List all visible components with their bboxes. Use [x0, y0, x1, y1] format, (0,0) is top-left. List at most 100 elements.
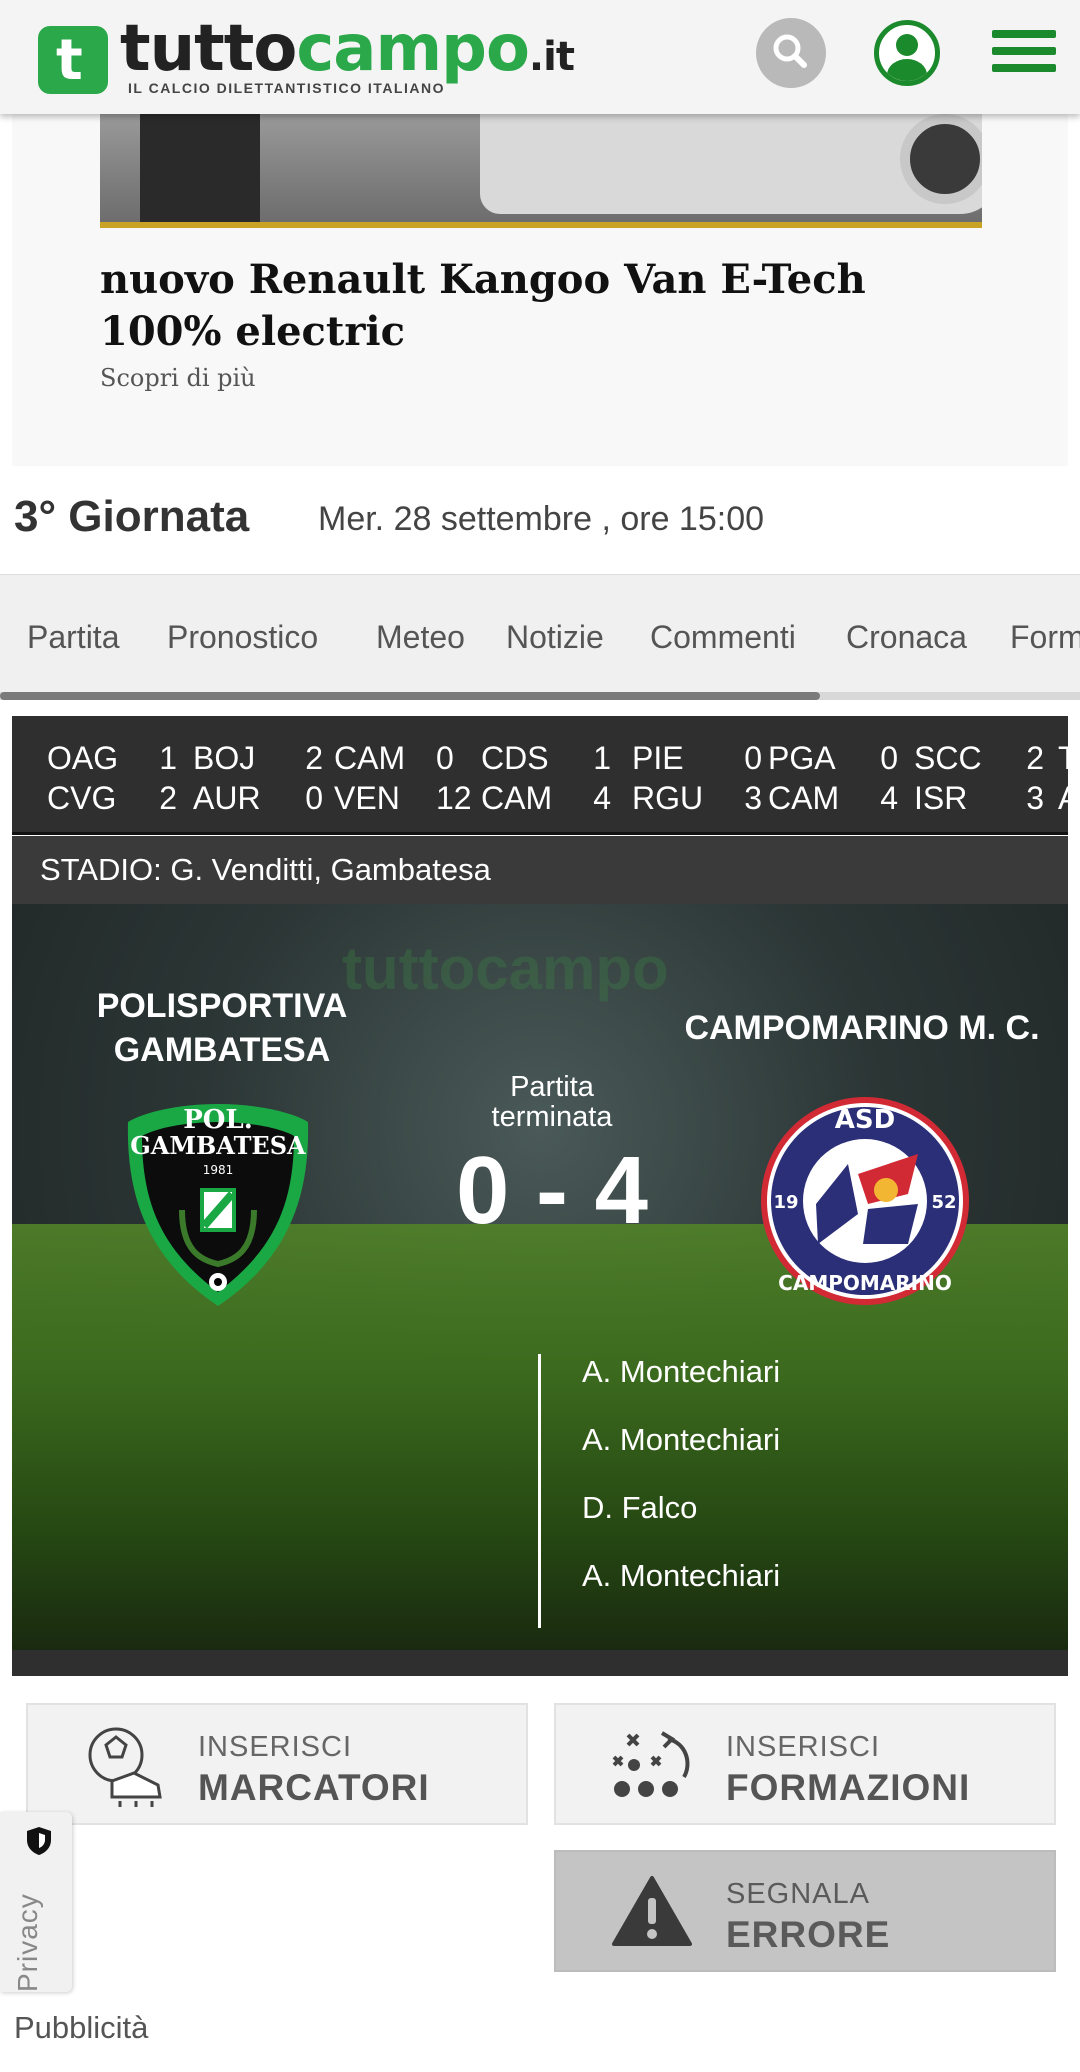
- report-error-button[interactable]: SEGNALA ERRORE: [554, 1850, 1056, 1972]
- ticker-home-team: T: [1058, 740, 1068, 776]
- report-error-label: ERRORE: [726, 1914, 891, 1955]
- match-status-line: Partita: [510, 1071, 594, 1103]
- away-scorer: A. Montechiari: [582, 1422, 781, 1457]
- ticker-home-score: 0: [744, 740, 762, 776]
- ticker-home-score: 0: [436, 740, 454, 776]
- ticker-away-team: ISR: [914, 780, 968, 816]
- logo-tagline: IL CALCIO DILETTANTISTICO ITALIANO: [128, 80, 445, 96]
- ticker-match[interactable]: SCC 2 ISR 3: [914, 738, 1044, 818]
- home-crest-year: 1981: [203, 1163, 234, 1177]
- home-team-name[interactable]: POLISPORTIVA GAMBATESA: [52, 984, 392, 1072]
- tab-partita[interactable]: Partita: [27, 619, 119, 656]
- ticker-home-score: 2: [1026, 740, 1044, 776]
- away-crest-text: CAMPOMARINO: [778, 1271, 952, 1295]
- tabs-scrollbar-thumb[interactable]: [0, 692, 820, 700]
- tab-formazioni[interactable]: Form: [1010, 619, 1080, 656]
- away-scorer: A. Montechiari: [582, 1354, 781, 1389]
- ticker-home-team: BOJ: [193, 740, 256, 776]
- ticker-home-team: SCC: [914, 740, 982, 776]
- report-error-label: SEGNALA: [726, 1878, 870, 1910]
- add-scorers-label: INSERISCI: [198, 1731, 353, 1763]
- advertisement[interactable]: nuovo Renault Kangoo Van E-Tech 100% ele…: [12, 114, 1068, 466]
- ticker-match[interactable]: T A: [1058, 738, 1068, 818]
- advertising-label: Pubblicità: [14, 2010, 149, 2045]
- ticker-away-team: VEN: [334, 780, 400, 816]
- away-crest-year: 19: [773, 1192, 798, 1213]
- home-team-name-line: POLISPORTIVA: [96, 987, 348, 1025]
- ticker-away-score: 0: [305, 780, 323, 816]
- scorers-divider: [538, 1354, 541, 1628]
- tactics-icon: [612, 1731, 690, 1797]
- logo-suffix: .it: [528, 34, 575, 80]
- ticker-home-score: 1: [593, 740, 611, 776]
- ticker-home-team: OAG: [47, 740, 119, 776]
- add-scorers-label: MARCATORI: [198, 1767, 430, 1808]
- search-button[interactable]: [756, 18, 826, 88]
- hamburger-menu-icon[interactable]: [992, 30, 1056, 76]
- ticker-away-team: CAM: [768, 780, 840, 816]
- away-crest-text: ASD: [835, 1105, 895, 1135]
- add-lineups-button[interactable]: INSERISCI FORMAZIONI: [554, 1703, 1056, 1825]
- ticker-home-score: 2: [305, 740, 323, 776]
- away-team-name[interactable]: CAMPOMARINO M. C.: [672, 1006, 1052, 1050]
- match-score: 0 - 4: [455, 1137, 649, 1244]
- ticker-away-team: CAM: [481, 780, 553, 816]
- ticker-home-team: PGA: [768, 740, 836, 776]
- ad-image[interactable]: [100, 114, 982, 228]
- ticker-home-score: 1: [159, 740, 177, 776]
- tab-meteo[interactable]: Meteo: [376, 619, 465, 656]
- ticker-match[interactable]: CDS 1 CAM 4: [481, 738, 611, 818]
- tabs-scrollbar[interactable]: [0, 692, 1080, 700]
- match-tabs: Partita Pronostico Meteo Notizie Comment…: [0, 574, 1080, 700]
- match-scoreboard: tuttocampo POLISPORTIVA GAMBATESA CAMPOM…: [12, 904, 1068, 1650]
- ticker-away-score: 4: [593, 780, 611, 816]
- tab-commenti[interactable]: Commenti: [650, 619, 796, 656]
- away-scorer: A. Montechiari: [582, 1558, 781, 1593]
- add-lineups-label: INSERISCI: [726, 1731, 881, 1763]
- ticker-home-team: CDS: [481, 740, 549, 776]
- divider: [12, 832, 1068, 835]
- ticker-away-team: AUR: [193, 780, 261, 816]
- ticker-away-score: 4: [880, 780, 898, 816]
- match-status: Partita terminata: [432, 1072, 672, 1132]
- home-team-crest-icon[interactable]: POL. GAMBATESA 1981: [120, 1100, 316, 1310]
- ticker-match[interactable]: CAM 0 VEN 12: [334, 738, 474, 818]
- round-title: 3° Giornata: [14, 492, 250, 541]
- away-crest-year: 52: [931, 1192, 956, 1213]
- ticker-away-score: 3: [744, 780, 762, 816]
- ticker-away-score: 12: [436, 780, 472, 816]
- ticker-home-score: 0: [880, 740, 898, 776]
- ticker-away-score: 2: [159, 780, 177, 816]
- ticker-match[interactable]: PGA 0 CAM 4: [768, 738, 898, 818]
- football-boot-icon: [88, 1727, 162, 1807]
- ticker-away-score: 3: [1026, 780, 1044, 816]
- privacy-label[interactable]: Privacy: [12, 1862, 52, 1992]
- ticker-match[interactable]: PIE 0 RGU 3: [632, 738, 762, 818]
- ticker-home-team: CAM: [334, 740, 406, 776]
- add-scorers-button[interactable]: INSERISCI MARCATORI: [26, 1703, 528, 1825]
- ticker-match[interactable]: OAG 1 CVG 2: [47, 738, 177, 818]
- results-ticker[interactable]: OAG 1 CVG 2 BOJ 2 AUR 0 CAM 0 VEN 12 CDS 1 CAM 4…: [12, 716, 1068, 834]
- ticker-away-team: RGU: [632, 780, 704, 816]
- stadium-label: STADIO: G. Venditti, Gambatesa: [12, 836, 1068, 904]
- ad-title[interactable]: nuovo Renault Kangoo Van E-Tech 100% ele…: [100, 254, 1000, 358]
- ticker-match[interactable]: BOJ 2 AUR 0: [193, 738, 323, 818]
- ticker-home-team: PIE: [632, 740, 684, 776]
- tab-pronostico[interactable]: Pronostico: [167, 619, 318, 656]
- ad-cta-link[interactable]: Scopri di più: [100, 364, 256, 392]
- away-scorer: D. Falco: [582, 1490, 698, 1525]
- tab-notizie[interactable]: Notizie: [506, 619, 604, 656]
- warning-icon: [612, 1876, 692, 1946]
- tab-cronaca[interactable]: Cronaca: [846, 619, 967, 656]
- search-icon: [773, 34, 807, 68]
- logo-word-accent: campo: [296, 12, 530, 86]
- home-team-name-line: GAMBATESA: [113, 1031, 331, 1069]
- away-team-crest-icon[interactable]: ASD 19 52 CAMPOMARINO: [758, 1094, 972, 1308]
- account-button[interactable]: [874, 20, 940, 86]
- match-datetime: Mer. 28 settembre , ore 15:00: [318, 500, 765, 538]
- ticker-away-team: CVG: [47, 780, 117, 816]
- user-icon: [887, 34, 927, 81]
- home-crest-text: GAMBATESA: [130, 1131, 306, 1160]
- shield-icon: [27, 1827, 51, 1855]
- logo-icon[interactable]: t: [38, 26, 108, 94]
